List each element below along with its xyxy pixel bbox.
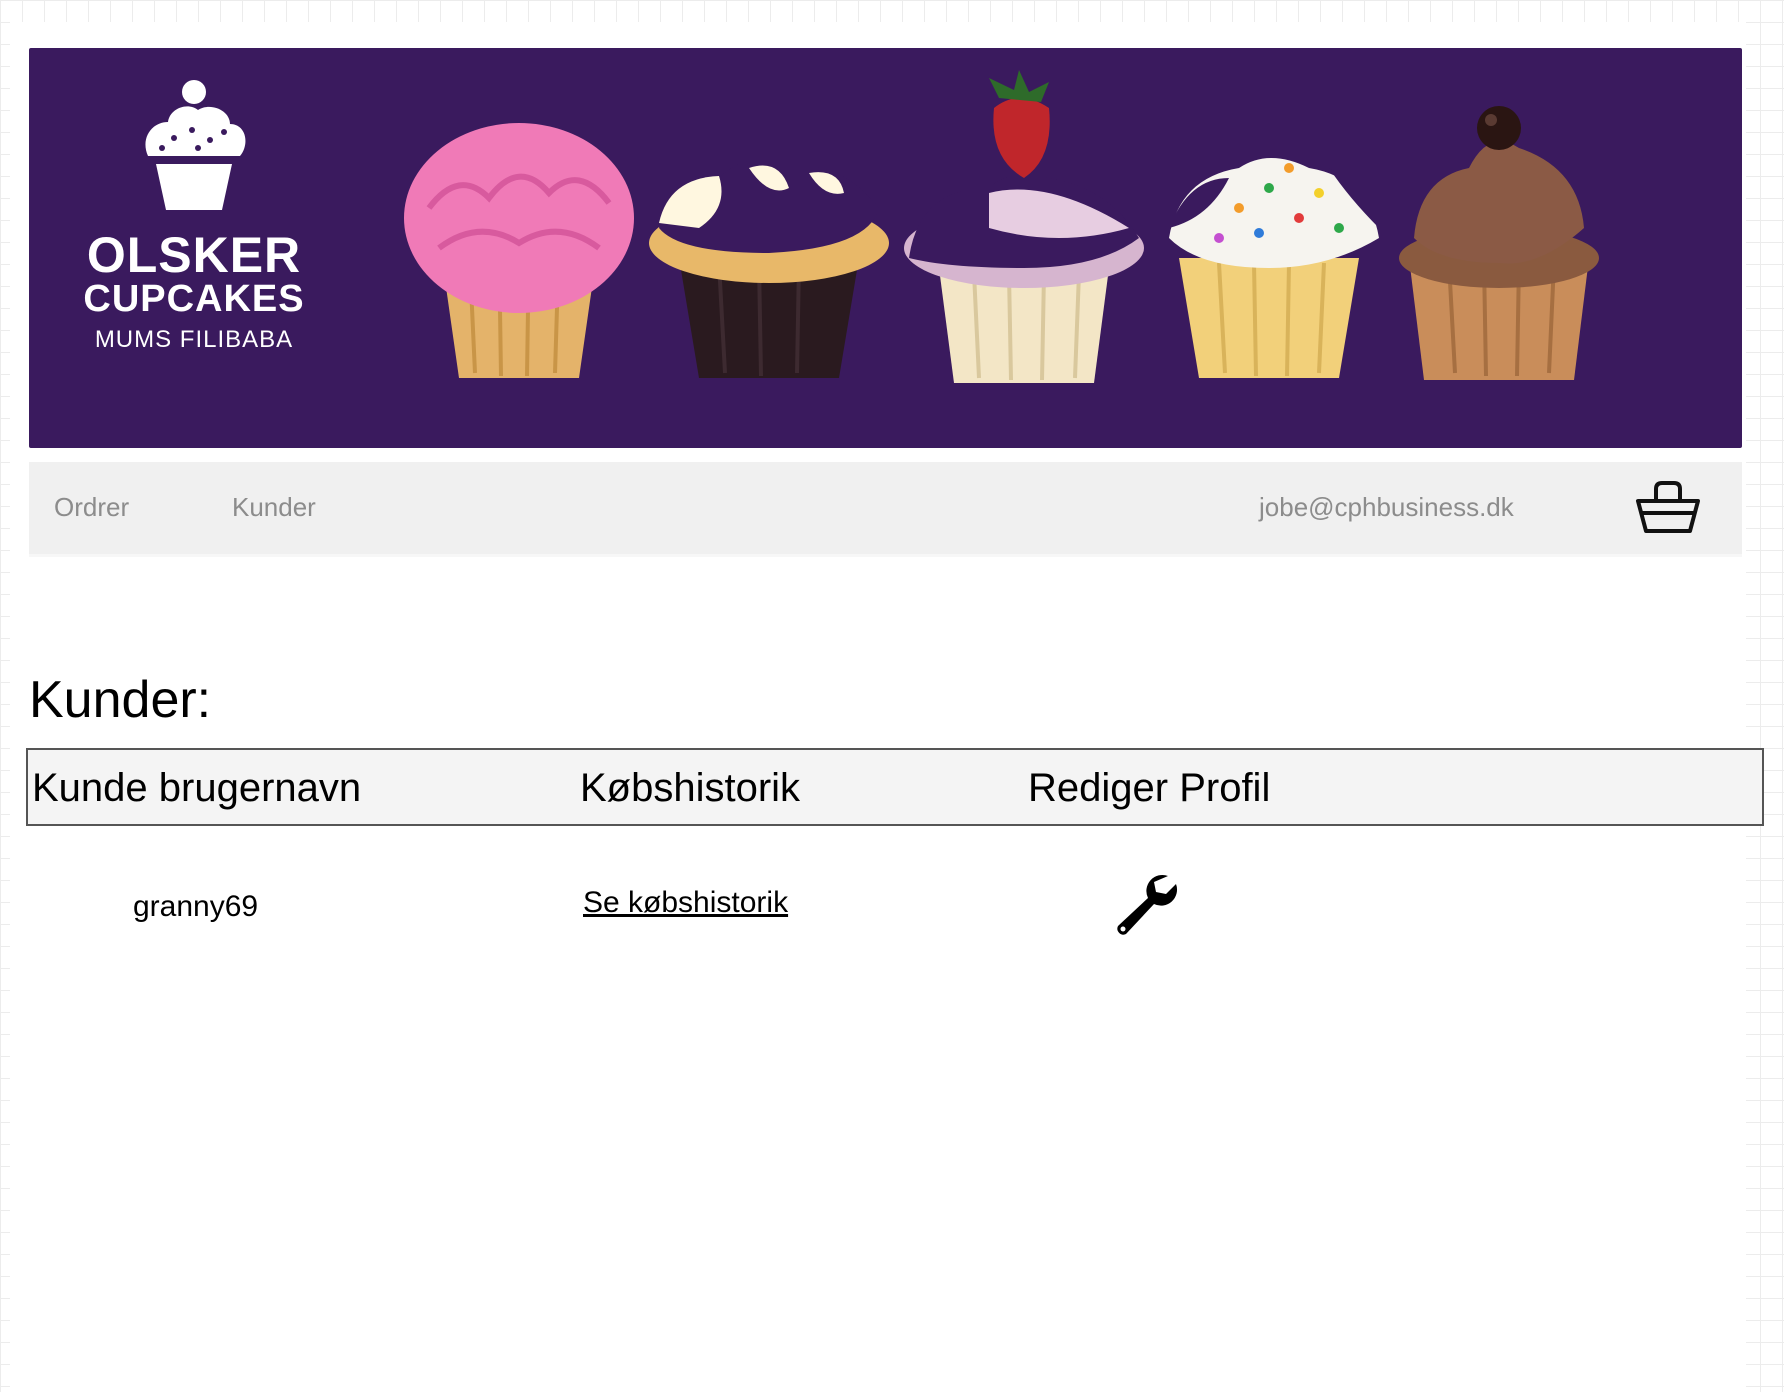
column-header-edit-profile: Rediger Profil: [1028, 766, 1271, 810]
sprinkle-cupcake-image: [1169, 158, 1379, 378]
column-header-purchase-history: Købshistorik: [580, 766, 801, 810]
nav-item-orders[interactable]: Ordrer: [54, 492, 129, 523]
pink-cupcake-image: [404, 123, 634, 378]
page-title: Kunder:: [29, 671, 212, 729]
mocha-cupcake-image: [1399, 106, 1599, 380]
cupcake-images: [399, 68, 1679, 438]
strawberry-cupcake-image: [904, 70, 1144, 383]
user-email[interactable]: jobe@cphbusiness.dk: [1259, 492, 1514, 523]
purchase-history-link[interactable]: Se købshistorik: [583, 886, 788, 920]
table-header: Kunde brugernavn Købshistorik Rediger Pr…: [26, 748, 1764, 826]
brand-tagline: MUMS FILIBABA: [94, 326, 294, 353]
brand-name: OLSKER: [86, 227, 302, 283]
chocolate-cupcake-image: [649, 160, 889, 378]
column-header-username: Kunde brugernavn: [32, 766, 362, 810]
nav-bar: Ordrer Kunder jobe@cphbusiness.dk: [29, 462, 1742, 557]
wrench-icon[interactable]: [1110, 868, 1180, 938]
customer-username: granny69: [133, 890, 259, 923]
cupcake-logo-icon: [145, 80, 246, 210]
brand-logo[interactable]: OLSKER CUPCAKES MUMS FILIBABA: [79, 78, 309, 378]
page-container: OLSKER CUPCAKES MUMS FILIBABA Ordrer Kun…: [10, 22, 1764, 1392]
basket-icon[interactable]: [1634, 479, 1702, 539]
brand-subname: CUPCAKES: [83, 278, 305, 320]
header-banner: OLSKER CUPCAKES MUMS FILIBABA: [29, 48, 1742, 448]
nav-item-customers[interactable]: Kunder: [232, 492, 316, 523]
